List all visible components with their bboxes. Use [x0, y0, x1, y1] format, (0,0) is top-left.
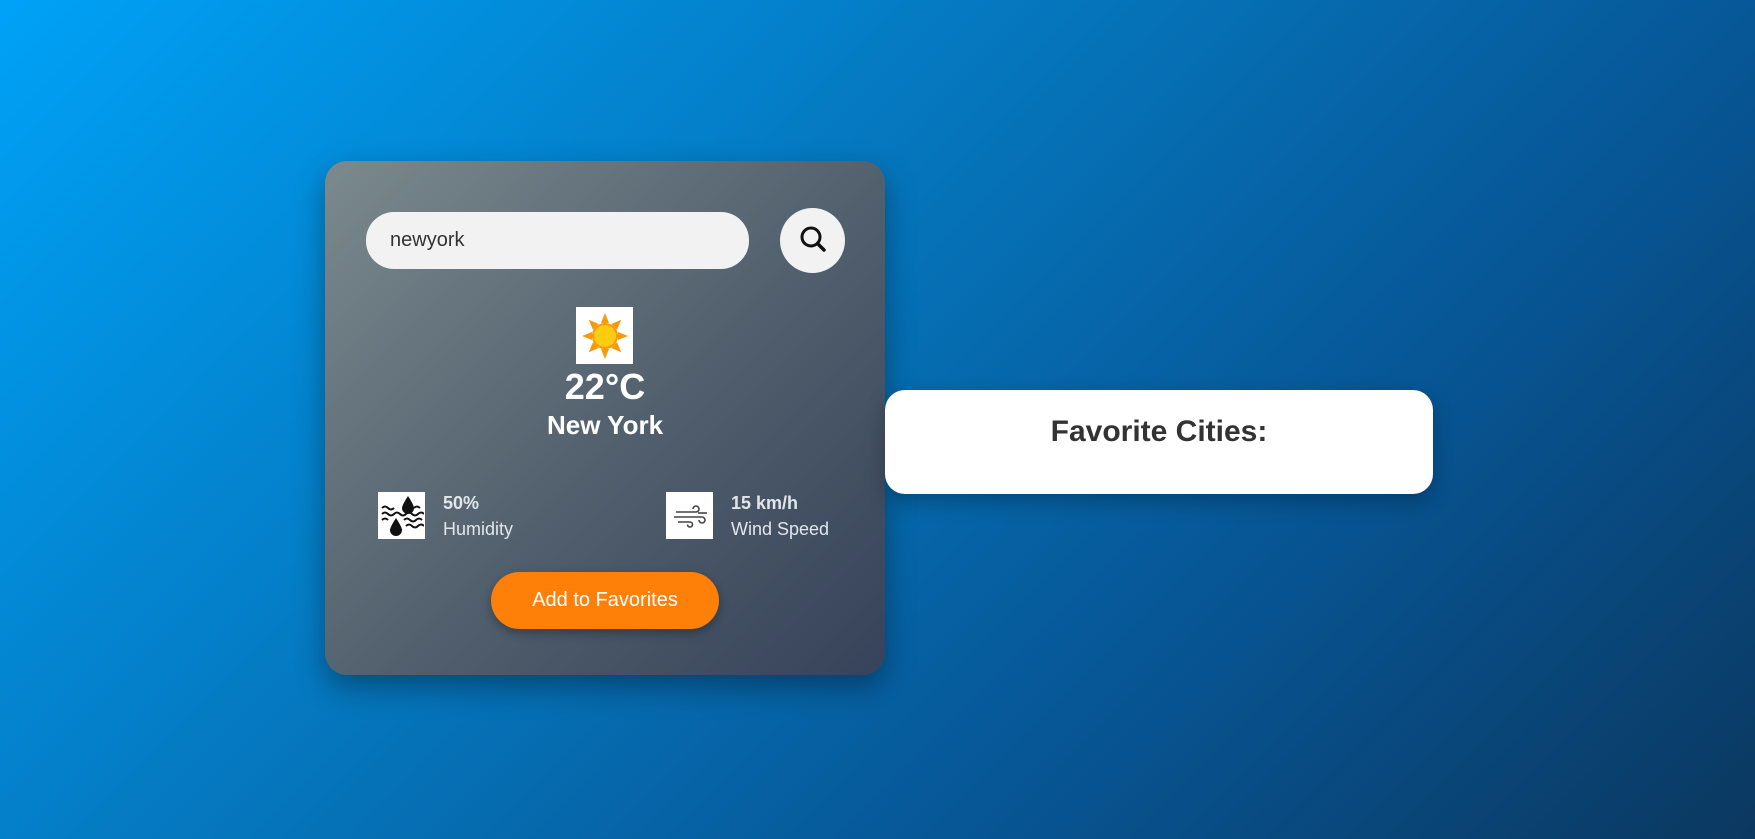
sun-icon	[576, 307, 633, 364]
search-button[interactable]	[780, 208, 845, 273]
wind-detail: 15 km/h Wind Speed	[666, 492, 829, 540]
favorites-panel: Favorite Cities:	[885, 390, 1433, 494]
humidity-detail: 50% Humidity	[378, 492, 513, 540]
wind-icon	[666, 492, 713, 539]
search-icon	[798, 224, 828, 257]
wind-label: Wind Speed	[731, 519, 830, 539]
humidity-icon	[378, 492, 425, 539]
search-input[interactable]	[366, 212, 749, 269]
humidity-value: 50%	[443, 493, 480, 513]
favorites-title: Favorite Cities:	[1050, 415, 1268, 448]
add-to-favorites-button[interactable]: Add to Favorites	[491, 572, 719, 629]
wind-value: 15 km/h	[731, 493, 799, 513]
city-name: New York	[546, 410, 664, 440]
weather-card: 22°C New York 50% Humidity	[325, 161, 885, 675]
humidity-label: Humidity	[443, 519, 514, 539]
temperature: 22°C	[564, 366, 646, 407]
